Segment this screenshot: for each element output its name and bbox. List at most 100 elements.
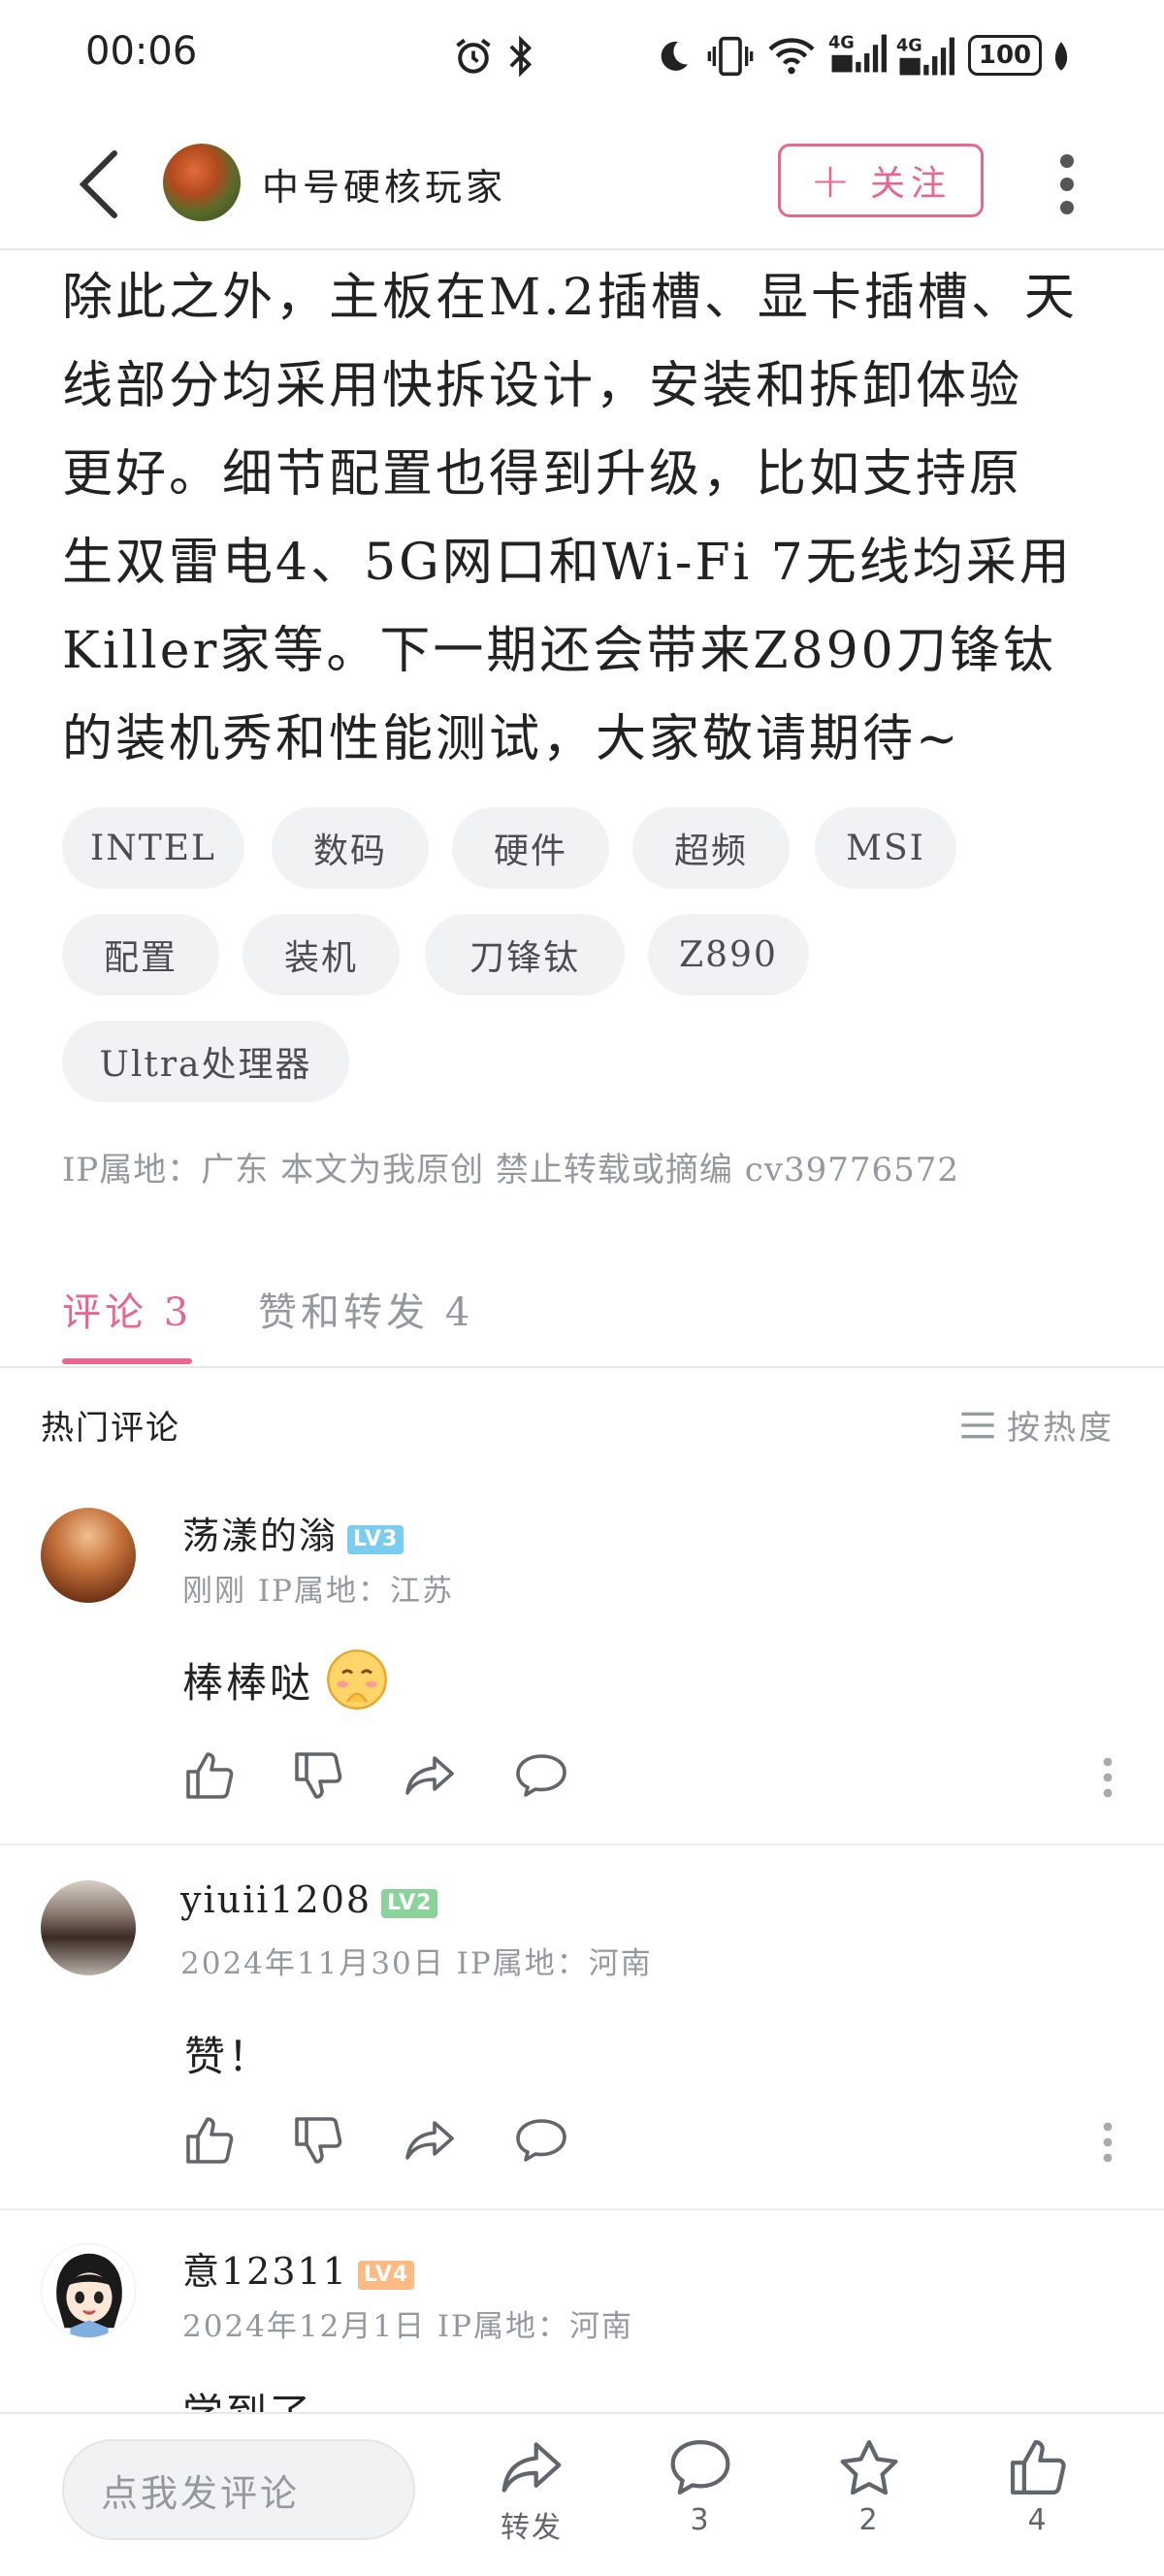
alarm-icon [452,31,495,82]
back-arrow-icon [79,150,117,218]
follow-label: 关注 [869,164,952,204]
repost-icon [501,2442,562,2493]
dislike-icon[interactable] [291,2113,345,2168]
username-text: yiuii1208 [180,1878,372,1921]
bottom-action-bar: 点我发评论 转发 3 2 4 [0,2412,1164,2576]
comment-meta: 刚刚 IP属地：江苏 [182,1574,454,1609]
plus-icon: + [810,152,857,209]
article-line: 线部分均采用快拆设计，安装和拆卸体验 [62,357,1023,415]
vertical-dots-icon [1060,154,1074,214]
share-icon[interactable] [404,1748,458,1803]
comment-count-button[interactable]: 3 [642,2437,759,2563]
comment-text-row: 学到了 [182,2381,313,2412]
comment-meta: 2024年11月30日 IP属地：河南 [180,1946,653,1981]
hot-comments-label: 热门评论 [41,1409,180,1448]
tag-config[interactable]: 配置 [62,914,219,995]
tag-blade[interactable]: 刀锋钛 [425,914,625,995]
avatar[interactable] [41,2243,136,2338]
comment-text: 学到了 [182,2381,313,2412]
article-ip-info: IP属地：广东 本文为我原创 禁止转载或摘编 cv39776572 [62,1151,960,1190]
comment-text-row: 棒棒哒 [182,1647,389,1712]
comment-divider [0,1843,1164,1845]
username-text: 荡漾的滃 [182,1515,339,1557]
tag-build[interactable]: 装机 [242,914,400,995]
vibrate-icon [706,31,755,82]
article-line: 生双雷电4、5G网口和Wi-Fi 7无线均采用 [62,534,1073,592]
shy-face-emoji-icon [327,1649,387,1710]
anime-girl-avatar-icon [56,2253,122,2337]
comment-text-row: 赞！ [184,2024,272,2083]
comment-actions [182,2113,1114,2171]
comment-username[interactable]: 意12311 LV4 [182,2241,415,2295]
tab-bar: 评论 3 赞和转发 4 [0,1261,1164,1368]
star-icon [840,2439,898,2495]
comment-text: 棒棒哒 [182,1658,314,1707]
comment-meta: 2024年12月1日 IP属地：河南 [182,2309,634,2344]
avatar[interactable] [41,1880,136,1975]
back-button[interactable] [68,146,126,223]
tag-hardware[interactable]: 硬件 [452,807,609,889]
reply-icon[interactable] [514,2113,568,2168]
tag-intel[interactable]: INTEL [62,807,244,889]
active-tab-indicator [62,1358,192,1364]
article-line: 更好。细节配置也得到升级，比如支持原 [62,445,1023,504]
article-body: 除此之外，主板在M.2插槽、显卡插槽、天 线部分均采用快拆设计，安装和拆卸体验 … [62,254,1110,784]
more-options-button[interactable] [1048,146,1086,223]
article-line: 除此之外，主板在M.2插槽、显卡插槽、天 [62,269,1078,327]
status-time: 00:06 [85,29,198,74]
author-name[interactable]: 中号硬核玩家 [262,157,506,211]
like-button[interactable]: 4 [980,2437,1096,2563]
comment-input[interactable]: 点我发评论 [62,2439,415,2540]
level-badge: LV4 [357,2260,415,2290]
tab-comments[interactable]: 评论 3 [62,1281,192,1337]
comment-username[interactable]: yiuii1208 LV2 [180,1878,438,1921]
wifi-icon [766,31,817,82]
header-bar: 中号硬核玩家 + 关注 [0,116,1164,250]
author-avatar[interactable] [163,144,241,221]
battery-level: 100 [978,41,1032,70]
comment-icon [670,2439,730,2495]
follow-button[interactable]: + 关注 [778,144,984,217]
comment-text: 赞！ [184,2033,273,2080]
bluetooth-icon [504,31,537,82]
username-text: 意12311 [182,2250,348,2293]
sort-label: 按热度 [1007,1409,1115,1448]
status-bar: 00:06 4G 4G 100 [0,0,1164,116]
leaf-icon [1050,31,1073,82]
cellular-signal-icon-2: 4G [896,31,954,82]
comment-count: 3 [690,2503,711,2537]
comment-more-icon[interactable] [1098,1754,1117,1801]
like-count: 4 [1027,2503,1049,2537]
comment-item: 意12311 LV4 2024年12月1日 IP属地：河南 学到了 [0,2239,1164,2412]
thumbs-up-icon [1010,2439,1066,2495]
like-icon[interactable] [182,2113,237,2168]
comment-divider [0,2208,1164,2210]
favorite-button[interactable]: 2 [811,2437,927,2563]
svg-text:4G: 4G [828,34,855,53]
share-icon[interactable] [404,2113,458,2168]
repost-button[interactable]: 转发 [473,2437,590,2563]
tag-msi[interactable]: MSI [815,807,956,889]
comment-more-icon[interactable] [1098,2119,1117,2166]
repost-label: 转发 [501,2511,563,2545]
cellular-signal-icon-1: 4G [828,31,887,82]
tag-z890[interactable]: Z890 [648,914,809,995]
moon-icon [654,31,693,82]
article-line: 的装机秀和性能测试，大家敬请期待~ [62,710,961,768]
comment-actions [182,1748,1114,1807]
reply-icon[interactable] [514,1748,568,1803]
dislike-icon[interactable] [291,1748,345,1803]
favorite-count: 2 [858,2503,880,2537]
sort-button[interactable]: 按热度 [958,1401,1115,1449]
tag-overclock[interactable]: 超频 [632,807,790,889]
svg-text:4G: 4G [896,37,922,56]
article-line: Killer家等。下一期还会带来Z890刀锋钛 [62,622,1056,680]
like-icon[interactable] [182,1748,237,1803]
tag-ultra-cpu[interactable]: Ultra处理器 [62,1021,349,1102]
comment-username[interactable]: 荡漾的滃 LV3 [182,1506,404,1559]
tag-digital[interactable]: 数码 [272,807,429,889]
menu-icon [961,1412,994,1438]
avatar[interactable] [41,1508,136,1603]
tab-likes-reposts[interactable]: 赞和转发 4 [258,1281,473,1337]
level-badge: LV2 [381,1888,438,1918]
